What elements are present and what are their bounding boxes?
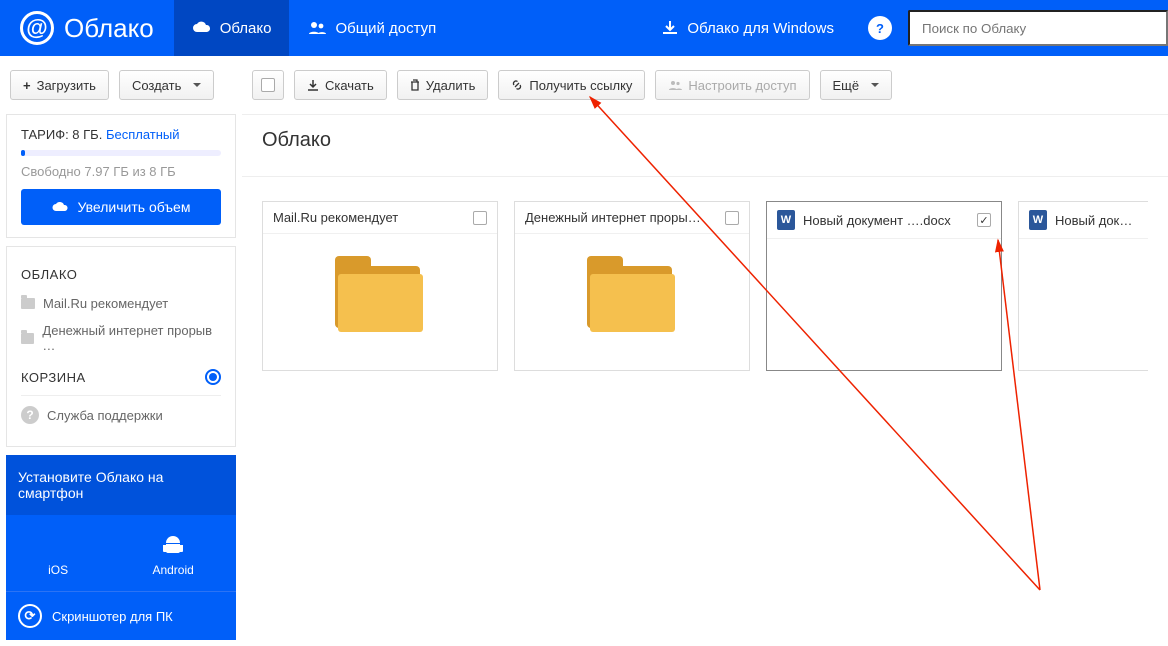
support-link[interactable]: ? Служба поддержки <box>21 396 221 434</box>
sidebar-item-money[interactable]: Денежный интернет прорыв … <box>21 317 221 359</box>
folder-icon <box>21 298 35 309</box>
side-head-trash[interactable]: КОРЗИНА <box>21 370 86 385</box>
header: @ Облако Облако Общий доступ Облако для … <box>0 0 1168 56</box>
share-button[interactable]: Настроить доступ <box>655 70 809 100</box>
main: Скачать Удалить Получить ссылку Настроит… <box>242 56 1168 646</box>
logo[interactable]: @ Облако <box>0 0 174 56</box>
file-name: Денежный интернет проры… <box>525 210 717 225</box>
cloud-icon <box>52 200 70 214</box>
people-icon <box>307 20 327 36</box>
tariff-plan-link[interactable]: Бесплатный <box>106 127 180 142</box>
file-card[interactable]: W Новый докумен <box>1018 201 1148 371</box>
folder-icon <box>587 266 677 336</box>
breadcrumb: Облако <box>242 114 1168 177</box>
screenshoter-icon: ⟳ <box>18 604 42 628</box>
help-icon[interactable]: ? <box>868 16 892 40</box>
nav-panel: ОБЛАКО Mail.Ru рекомендует Денежный инте… <box>6 246 236 447</box>
create-button[interactable]: Создать <box>119 70 214 100</box>
file-checkbox[interactable] <box>473 211 487 225</box>
get-link-button[interactable]: Получить ссылку <box>498 70 645 100</box>
file-checkbox[interactable] <box>725 211 739 225</box>
trash-icon <box>410 79 420 91</box>
word-icon: W <box>777 210 795 230</box>
folder-icon <box>335 266 425 336</box>
file-checkbox[interactable]: ✓ <box>977 213 991 227</box>
download-icon <box>307 79 319 91</box>
nav-windows[interactable]: Облако для Windows <box>643 0 852 56</box>
promo-panel: Установите Облако на смартфон iOS Androi… <box>6 455 236 640</box>
logo-at-icon: @ <box>20 11 54 45</box>
nav-windows-label: Облако для Windows <box>687 20 834 37</box>
cloud-icon <box>192 20 212 36</box>
question-icon: ? <box>21 406 39 424</box>
download-icon <box>661 20 679 36</box>
download-button[interactable]: Скачать <box>294 70 387 100</box>
files-grid: Mail.Ru рекомендует Денежный интернет пр… <box>242 177 1168 395</box>
file-name: Новый документ ….docx <box>803 213 969 228</box>
file-card[interactable]: Mail.Ru рекомендует <box>262 201 498 371</box>
android-icon <box>152 529 193 557</box>
promo-android[interactable]: Android <box>152 529 193 577</box>
apple-icon <box>48 529 68 557</box>
sidebar-item-recommend[interactable]: Mail.Ru рекомендует <box>21 290 221 317</box>
select-all-checkbox[interactable] <box>252 70 284 100</box>
search-input[interactable] <box>908 10 1168 46</box>
file-card[interactable]: Денежный интернет проры… <box>514 201 750 371</box>
nav-shared-label: Общий доступ <box>335 20 436 37</box>
storage-free-text: Свободно 7.97 ГБ из 8 ГБ <box>21 164 221 179</box>
word-icon: W <box>1029 210 1047 230</box>
folder-icon <box>21 333 34 344</box>
nav-cloud[interactable]: Облако <box>174 0 290 56</box>
delete-button[interactable]: Удалить <box>397 70 489 100</box>
sidebar: +Загрузить Создать ТАРИФ: 8 ГБ. Бесплатн… <box>0 56 242 646</box>
storage-progress <box>21 150 221 156</box>
file-card[interactable]: W Новый документ ….docx ✓ <box>766 201 1002 371</box>
people-icon <box>668 79 682 91</box>
tariff-panel: ТАРИФ: 8 ГБ. Бесплатный Свободно 7.97 ГБ… <box>6 114 236 238</box>
link-icon <box>511 79 523 91</box>
promo-title: Установите Облако на смартфон <box>6 455 236 515</box>
tariff-label: ТАРИФ: 8 ГБ. <box>21 127 102 142</box>
trash-radio-icon[interactable] <box>205 369 221 385</box>
upgrade-button[interactable]: Увеличить объем <box>21 189 221 225</box>
upload-button[interactable]: +Загрузить <box>10 70 109 100</box>
promo-screenshoter[interactable]: ⟳ Скриншотер для ПК <box>6 592 236 640</box>
nav-shared[interactable]: Общий доступ <box>289 0 454 56</box>
more-button[interactable]: Ещё <box>820 70 893 100</box>
side-head-cloud: ОБЛАКО <box>21 267 221 282</box>
file-name: Mail.Ru рекомендует <box>273 210 465 225</box>
promo-ios[interactable]: iOS <box>48 529 68 577</box>
brand-text: Облако <box>64 13 154 44</box>
nav-cloud-label: Облако <box>220 20 272 37</box>
file-name: Новый докумен <box>1055 213 1138 228</box>
